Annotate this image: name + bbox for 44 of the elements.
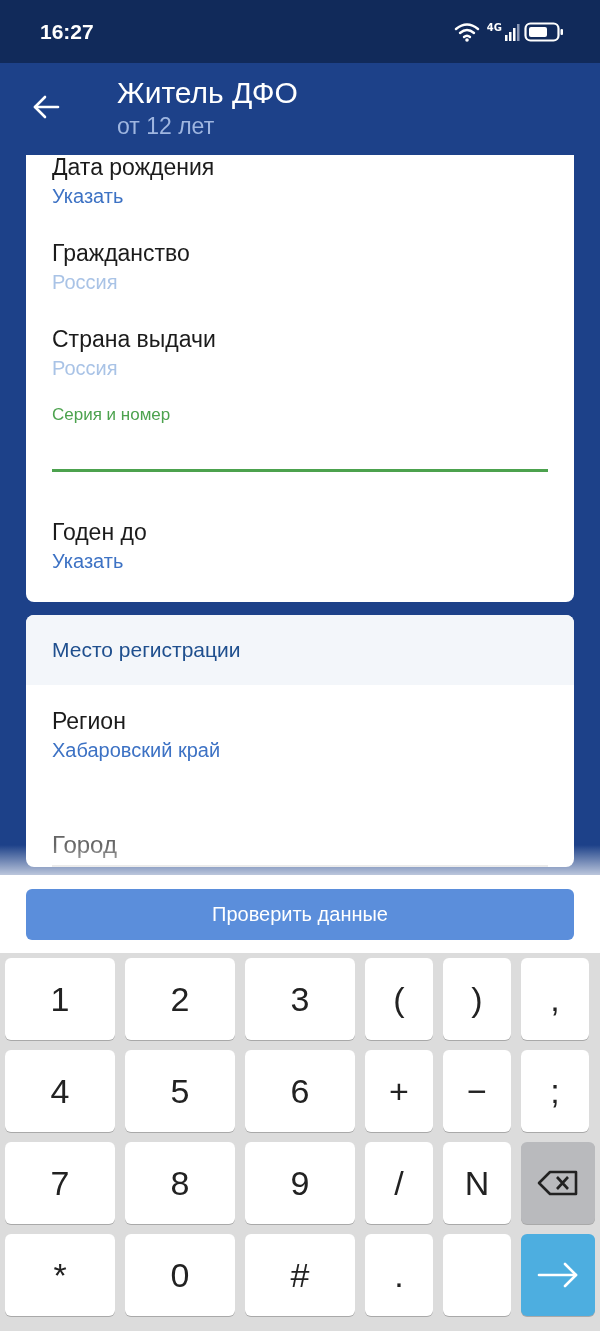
- keyboard-key[interactable]: 2: [125, 958, 235, 1040]
- input-field[interactable]: Город: [52, 805, 548, 867]
- field-label: Регион: [52, 707, 127, 736]
- section-title: Место регистрации: [52, 638, 241, 662]
- backspace-icon: [536, 1169, 580, 1197]
- wifi-icon: [453, 21, 480, 42]
- keyboard-key[interactable]: 1: [5, 958, 115, 1040]
- keyboard-key[interactable]: 3: [245, 958, 355, 1040]
- keyboard-key[interactable]: N: [443, 1142, 511, 1224]
- keyboard-key[interactable]: (: [365, 958, 433, 1040]
- status-time: 16:27: [40, 19, 94, 44]
- battery-icon: [524, 21, 564, 42]
- keyboard-key[interactable]: −: [443, 1050, 511, 1132]
- keyboard-key[interactable]: 4: [5, 1050, 115, 1132]
- keyboard-key[interactable]: ,: [521, 958, 589, 1040]
- keyboard-key[interactable]: 7: [5, 1142, 115, 1224]
- keyboard-key[interactable]: #: [245, 1234, 355, 1316]
- field-label: Годен до: [52, 518, 148, 547]
- arrow-right-icon: [536, 1261, 580, 1289]
- signal-icon: [505, 21, 521, 42]
- field-label: Страна выдачи: [52, 325, 217, 354]
- keyboard-key[interactable]: 0: [125, 1234, 235, 1316]
- keyboard-key[interactable]: +: [365, 1050, 433, 1132]
- keyboard-key[interactable]: 8: [125, 1142, 235, 1224]
- page-subtitle: от 12 лет: [117, 112, 216, 141]
- field-value: Россия: [52, 356, 119, 381]
- keyboard-key[interactable]: /: [365, 1142, 433, 1224]
- keyboard-key[interactable]: ;: [521, 1050, 589, 1132]
- field-value[interactable]: Хабаровский край: [52, 737, 548, 763]
- field-value[interactable]: Указать: [52, 183, 548, 209]
- back-arrow-icon[interactable]: [32, 95, 60, 119]
- field-value[interactable]: Указать: [52, 548, 548, 574]
- keyboard-key[interactable]: 9: [245, 1142, 355, 1224]
- backspace-key[interactable]: [521, 1142, 595, 1224]
- keyboard-key[interactable]: ): [443, 958, 511, 1040]
- field-label: Гражданство: [52, 239, 191, 268]
- field-value: Россия: [52, 270, 119, 295]
- keyboard-key[interactable]: 5: [125, 1050, 235, 1132]
- field-label: Дата рождения: [52, 155, 216, 182]
- keyboard-key[interactable]: 6: [245, 1050, 355, 1132]
- page-title: Житель ДФО: [117, 75, 298, 111]
- keyboard-key[interactable]: *: [5, 1234, 115, 1316]
- keyboard-key[interactable]: .: [365, 1234, 433, 1316]
- network-type: 4G: [486, 22, 502, 33]
